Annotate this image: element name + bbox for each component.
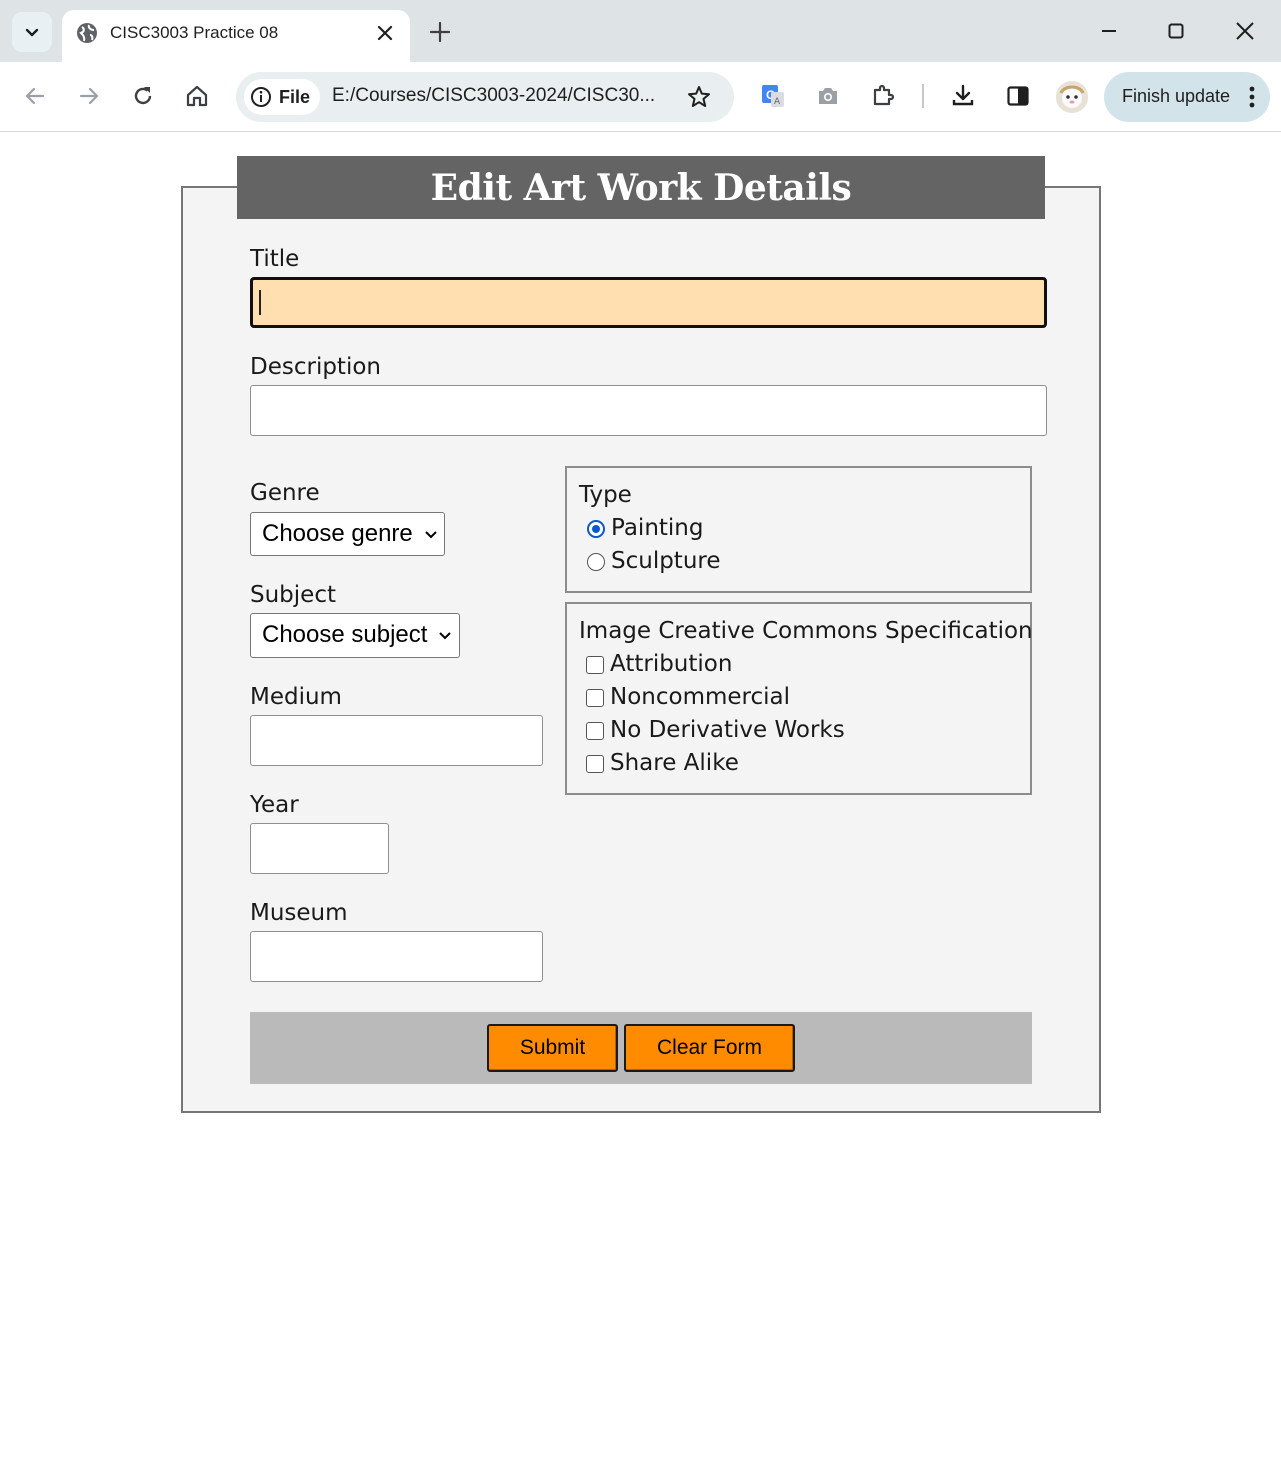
submit-button[interactable]: Submit xyxy=(487,1024,618,1072)
year-input[interactable] xyxy=(250,823,389,874)
profile-avatar[interactable] xyxy=(1056,81,1088,113)
year-label: Year xyxy=(250,792,299,818)
text-caret xyxy=(259,290,261,315)
sculpture-radio[interactable] xyxy=(587,553,605,571)
window-close-icon[interactable] xyxy=(1232,18,1258,44)
genre-selected-value: Choose genre xyxy=(262,520,413,547)
toolbar-separator xyxy=(922,84,924,108)
back-arrow-icon[interactable] xyxy=(22,83,48,109)
profile-picture-icon xyxy=(1056,81,1088,113)
painting-label[interactable]: Painting xyxy=(611,515,703,541)
new-tab-plus-icon[interactable] xyxy=(428,20,452,44)
maximize-icon[interactable] xyxy=(1163,18,1189,44)
title-label: Title xyxy=(250,246,300,272)
home-icon[interactable] xyxy=(184,83,210,109)
subject-selected-value: Choose subject xyxy=(262,621,428,648)
file-chip-label: File xyxy=(279,87,311,107)
forward-arrow-icon[interactable] xyxy=(76,83,102,109)
chevron-down-icon xyxy=(425,531,437,539)
museum-input[interactable] xyxy=(250,931,543,982)
finish-update-label: Finish update xyxy=(1122,86,1231,106)
share-alike-label[interactable]: Share Alike xyxy=(610,750,739,776)
painting-radio[interactable] xyxy=(587,520,605,538)
title-input[interactable] xyxy=(250,277,1047,328)
subject-label: Subject xyxy=(250,582,336,608)
globe-icon xyxy=(77,23,97,43)
no-derivative-works-label[interactable]: No Derivative Works xyxy=(610,717,845,743)
attribution-checkbox[interactable] xyxy=(586,656,604,674)
url-text[interactable]: E:/Courses/CISC3003-2024/CISC30... xyxy=(332,85,655,107)
attribution-label[interactable]: Attribution xyxy=(610,651,732,677)
reload-icon[interactable] xyxy=(130,83,156,109)
tab-search-button[interactable] xyxy=(12,12,52,52)
genre-select[interactable]: Choose genre xyxy=(250,512,445,556)
bookmark-star-icon[interactable] xyxy=(686,84,712,110)
description-input[interactable] xyxy=(250,385,1047,436)
site-info-chip[interactable]: File xyxy=(244,79,320,115)
description-label: Description xyxy=(250,354,381,380)
no-derivative-works-checkbox[interactable] xyxy=(586,722,604,740)
medium-label: Medium xyxy=(250,684,342,710)
address-bar[interactable]: File E:/Courses/CISC3003-2024/CISC30... xyxy=(236,72,734,122)
close-icon[interactable] xyxy=(374,22,396,44)
chevron-down-icon xyxy=(439,632,451,640)
noncommercial-label[interactable]: Noncommercial xyxy=(610,684,790,710)
form-heading: Edit Art Work Details xyxy=(237,156,1045,219)
clear-form-button[interactable]: Clear Form xyxy=(624,1024,795,1072)
google-translate-icon[interactable]: GA xyxy=(760,83,786,109)
noncommercial-checkbox[interactable] xyxy=(586,689,604,707)
extensions-puzzle-icon[interactable] xyxy=(870,83,896,109)
svg-text:A: A xyxy=(774,97,781,107)
medium-input[interactable] xyxy=(250,715,543,766)
finish-update-button[interactable]: Finish update xyxy=(1104,72,1270,122)
subject-select[interactable]: Choose subject xyxy=(250,613,460,658)
museum-label: Museum xyxy=(250,900,348,926)
browser-toolbar: File E:/Courses/CISC3003-2024/CISC30... … xyxy=(0,62,1281,132)
sculpture-label[interactable]: Sculpture xyxy=(611,548,721,574)
more-vertical-icon[interactable] xyxy=(1240,84,1264,110)
minimize-icon[interactable] xyxy=(1096,18,1122,44)
type-legend: Type xyxy=(579,482,632,508)
info-icon xyxy=(251,87,271,107)
download-icon[interactable] xyxy=(950,83,976,109)
tab-title: CISC3003 Practice 08 xyxy=(110,23,279,42)
genre-label: Genre xyxy=(250,480,320,506)
camera-icon[interactable] xyxy=(815,83,841,109)
browser-tab[interactable]: CISC3003 Practice 08 xyxy=(62,10,410,62)
license-legend: Image Creative Commons Specification xyxy=(579,618,1033,644)
share-alike-checkbox[interactable] xyxy=(586,755,604,773)
side-panel-icon[interactable] xyxy=(1005,83,1031,109)
browser-titlebar: CISC3003 Practice 08 xyxy=(0,0,1281,62)
chevron-down-icon xyxy=(25,28,39,37)
